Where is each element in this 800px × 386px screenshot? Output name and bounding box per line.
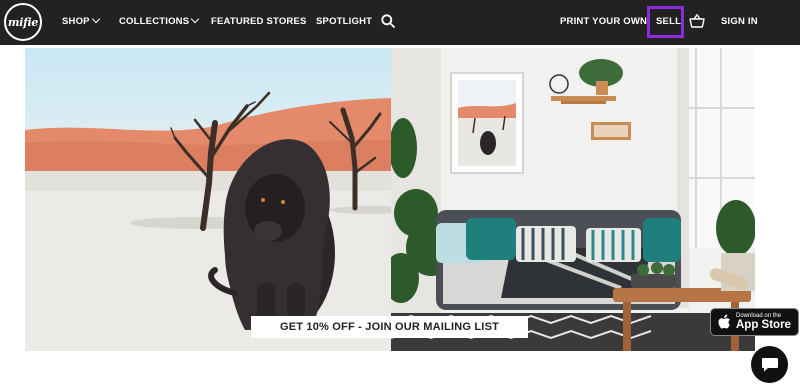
chevron-down-icon bbox=[191, 14, 200, 24]
nav-sign-in[interactable]: SIGN IN bbox=[721, 16, 758, 28]
mailing-list-banner[interactable]: GET 10% OFF - JOIN OUR MAILING LIST bbox=[251, 316, 528, 338]
logo-text: mifie bbox=[7, 15, 39, 29]
app-store-badge[interactable]: Download on the App Store bbox=[710, 308, 799, 336]
search-icon[interactable] bbox=[381, 14, 395, 28]
app-store-big-text: App Store bbox=[736, 318, 791, 331]
chat-button[interactable] bbox=[751, 346, 788, 383]
nav-featured-stores[interactable]: FEATURED STORES bbox=[211, 16, 307, 28]
hero-image-desert-lion bbox=[25, 48, 410, 351]
logo[interactable]: mifie bbox=[4, 3, 42, 41]
nav-shop-label: SHOP bbox=[62, 16, 90, 27]
hero-banner[interactable] bbox=[25, 48, 755, 351]
chevron-down-icon bbox=[91, 14, 100, 24]
nav-shop[interactable]: SHOP bbox=[62, 14, 100, 28]
nav-collections-label: COLLECTIONS bbox=[119, 16, 190, 27]
basket-icon[interactable] bbox=[689, 13, 705, 29]
living-room-illustration bbox=[383, 48, 755, 351]
nav-sell[interactable]: SELL bbox=[656, 16, 681, 28]
nav-collections[interactable]: COLLECTIONS bbox=[119, 14, 200, 28]
apple-icon bbox=[718, 314, 730, 329]
nav-print-your-own[interactable]: PRINT YOUR OWN bbox=[560, 16, 647, 28]
app-store-small-text: Download on the bbox=[736, 312, 782, 319]
hero-image-living-room bbox=[383, 48, 755, 351]
chat-bubble-icon bbox=[761, 358, 778, 372]
nav-spotlight[interactable]: SPOTLIGHT bbox=[316, 16, 372, 28]
top-nav: mifie SHOP COLLECTIONS FEATURED STORES S… bbox=[0, 0, 800, 45]
desert-lion-illustration bbox=[25, 91, 410, 351]
